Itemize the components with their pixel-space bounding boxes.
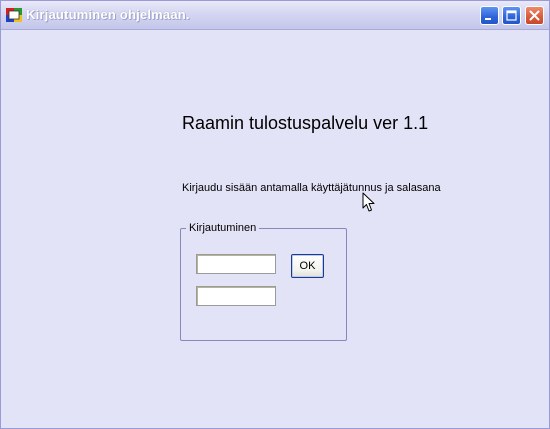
login-groupbox: [180, 228, 347, 341]
mouse-cursor-icon: [362, 192, 375, 212]
maximize-button[interactable]: [502, 6, 521, 25]
app-icon: [6, 8, 22, 22]
title-bar[interactable]: Kirjautuminen ohjelmaan.: [1, 1, 549, 30]
groupbox-label: Kirjautuminen: [186, 222, 260, 234]
password-field[interactable]: [196, 286, 276, 306]
username-field[interactable]: [196, 254, 276, 274]
login-instruction: Kirjaudu sisään antamalla käyttäjätunnus…: [182, 182, 441, 194]
minimize-icon: [485, 18, 491, 20]
maximize-icon: [506, 10, 517, 21]
window-title: Kirjautuminen ohjelmaan.: [26, 7, 190, 22]
login-window: Kirjautuminen ohjelmaan. Raamin tulostus…: [0, 0, 550, 429]
close-button[interactable]: [525, 6, 544, 25]
ok-button[interactable]: OK: [291, 254, 324, 278]
minimize-button[interactable]: [480, 6, 499, 25]
app-heading: Raamin tulostuspalvelu ver 1.1: [182, 113, 429, 133]
close-icon: [529, 10, 540, 21]
password-input[interactable]: [197, 288, 275, 306]
username-input[interactable]: [197, 256, 275, 274]
